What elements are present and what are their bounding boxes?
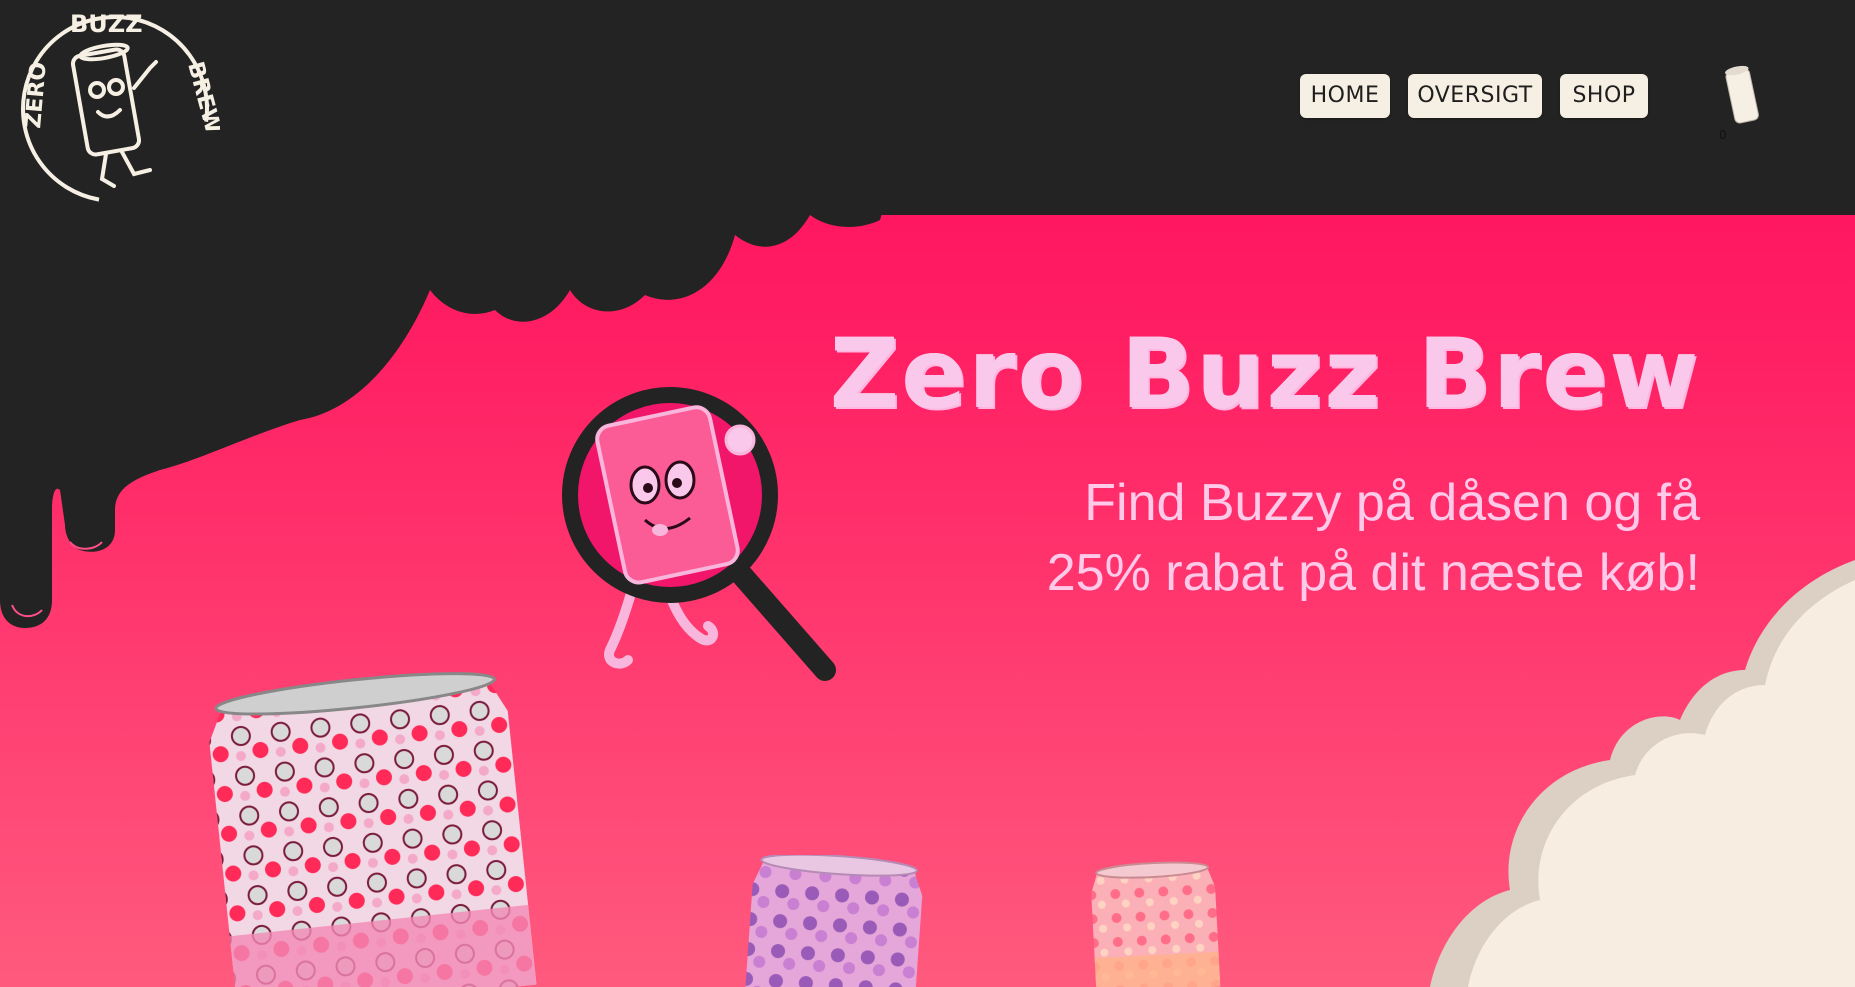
zero-buzz-brew-logo[interactable]: BUZZ ZERO BREW (10, 4, 220, 214)
nav-home-button[interactable]: HOME (1300, 74, 1390, 118)
logo-text-zero: ZERO (21, 61, 52, 130)
hero-subtitle: Find Buzzy på dåsen og få 25% rabat på d… (1000, 468, 1700, 608)
logo-text-buzz: BUZZ (70, 10, 143, 38)
cart-can-icon[interactable] (1712, 60, 1772, 130)
nav-oversigt-button[interactable]: OVERSIGT (1408, 74, 1542, 118)
nav-shop-button[interactable]: SHOP (1560, 74, 1648, 118)
cart-count: 0 (1719, 128, 1727, 142)
page: Zero Buzz Brew Find Buzzy på dåsen og få… (0, 0, 1855, 987)
hero-title: Zero Buzz Brew (829, 318, 1700, 430)
cream-cloud-decoration (1430, 560, 1855, 987)
patterned-can-peach (1091, 861, 1221, 987)
dark-drip-decoration (0, 150, 900, 628)
patterned-can-large (209, 672, 537, 987)
hero-subtitle-line-2: 25% rabat på dit næste køb! (1046, 544, 1700, 602)
hero-subtitle-line-1: Find Buzzy på dåsen og få (1084, 474, 1700, 532)
patterned-can-purple (745, 855, 923, 987)
logo-text-brew: BREW (182, 59, 220, 136)
